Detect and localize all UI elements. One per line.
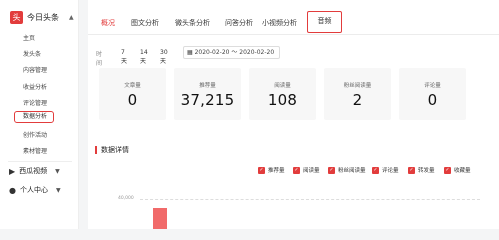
stat-value: 0: [427, 91, 438, 109]
checkbox-icon: ✓: [328, 166, 335, 174]
legend-fan-reads[interactable]: ✓ 粉丝阅读量: [328, 166, 366, 174]
tab-weitoutiao-analysis[interactable]: 微头条分析: [175, 18, 210, 28]
checkbox-icon: ✓: [258, 166, 265, 174]
stat-card-recommendations: 推荐量 37,215: [174, 68, 241, 120]
video-icon: ▶: [9, 166, 16, 176]
date-range-picker[interactable]: ▦ 2020-02-20 ～ 2020-02-20: [183, 46, 280, 59]
legend-favorites[interactable]: ✓ 收藏量: [444, 166, 471, 174]
stat-value: 108: [267, 91, 298, 109]
stat-value: 37,215: [180, 91, 235, 109]
divider: [8, 161, 72, 162]
main-panel: 概况 图文分析 微头条分析 问答分析 小视频分析 音频 时间 7天 14天 30…: [88, 0, 499, 229]
chevron-down-icon: ▼: [55, 167, 60, 175]
chart-bar: [153, 208, 167, 229]
stat-value: 2: [352, 91, 363, 109]
chevron-down-icon: ▼: [55, 186, 61, 194]
checkbox-icon: ✓: [444, 166, 451, 174]
stat-label: 推荐量: [199, 83, 216, 89]
stat-label: 粉丝阅读量: [343, 83, 372, 89]
tab-audio[interactable]: 音频: [307, 11, 342, 33]
sidebar-group-personal[interactable]: ● 个人中心 ▼: [9, 185, 61, 195]
chevron-up-icon[interactable]: ▲: [69, 14, 74, 21]
stat-card-fan-reads: 粉丝阅读量 2: [324, 68, 391, 120]
brand-name: 今日头条: [27, 13, 59, 22]
gridline: [140, 199, 480, 200]
legend-label: 收藏量: [454, 168, 471, 174]
checkbox-icon: ✓: [408, 166, 415, 174]
sidebar-group-xigua[interactable]: ▶ 西瓜视频 ▼: [9, 166, 60, 176]
time-label: 时间: [96, 51, 103, 67]
section-title-text: 数据详情: [101, 146, 129, 154]
sidebar-item-materials[interactable]: 素材管理: [23, 146, 47, 155]
tab-short-video-analysis[interactable]: 小视频分析: [262, 18, 297, 28]
stat-label: 阅读量: [274, 83, 291, 89]
sidebar-item-content[interactable]: 内容管理: [23, 65, 47, 74]
sidebar-item-revenue[interactable]: 收益分析: [23, 82, 47, 91]
stat-card-comments: 评论量 0: [399, 68, 466, 120]
brand[interactable]: 头 今日头条 ▲: [10, 11, 74, 24]
checkbox-icon: ✓: [372, 166, 379, 174]
tab-bar: 概况 图文分析 微头条分析 问答分析 小视频分析 音频: [88, 0, 499, 35]
stat-value: 0: [127, 91, 138, 109]
legend-reads[interactable]: ✓ 阅读量: [293, 166, 320, 174]
tab-qa-analysis[interactable]: 问答分析: [225, 18, 253, 28]
legend-recommendations[interactable]: ✓ 推荐量: [258, 166, 285, 174]
stat-card-articles: 文章量 0: [99, 68, 166, 120]
checkbox-icon: ✓: [293, 166, 300, 174]
date-range-value: 2020-02-20 ～ 2020-02-20: [194, 49, 275, 56]
legend-label: 推荐量: [268, 168, 285, 174]
stat-label: 文章量: [124, 83, 141, 89]
section-marker: [95, 146, 97, 154]
user-icon: ●: [9, 185, 16, 195]
legend-label: 评论量: [382, 168, 399, 174]
sidebar-group-label: 个人中心: [19, 186, 48, 194]
tab-overview[interactable]: 概况: [101, 18, 115, 28]
legend-label: 转发量: [418, 168, 435, 174]
y-axis-tick: 40,000: [118, 196, 134, 201]
sidebar-item-home[interactable]: 主页: [23, 33, 35, 42]
sidebar-item-comments[interactable]: 评论管理: [23, 98, 47, 107]
time-option-7d[interactable]: 7天: [121, 49, 127, 65]
legend-shares[interactable]: ✓ 转发量: [408, 166, 435, 174]
legend-label: 粉丝阅读量: [338, 168, 366, 174]
stat-label: 评论量: [424, 83, 441, 89]
sidebar-item-data-analysis[interactable]: 数据分析: [14, 111, 54, 123]
sidebar-item-activities[interactable]: 创作活动: [23, 130, 47, 139]
calendar-icon: ▦: [187, 49, 193, 56]
tab-article-analysis[interactable]: 图文分析: [131, 18, 159, 28]
legend-comments[interactable]: ✓ 评论量: [372, 166, 399, 174]
section-title: 数据详情: [95, 145, 129, 155]
time-option-30d[interactable]: 30天: [160, 49, 168, 65]
legend-label: 阅读量: [303, 168, 320, 174]
toutiao-logo-icon: 头: [10, 11, 23, 24]
time-option-14d[interactable]: 14天: [140, 49, 148, 65]
stat-card-reads: 阅读量 108: [249, 68, 316, 120]
sidebar: 头 今日头条 ▲ 主页 发头条 内容管理 收益分析 评论管理 数据分析 创作活动…: [0, 0, 79, 229]
sidebar-item-publish[interactable]: 发头条: [23, 49, 41, 58]
sidebar-group-label: 西瓜视频: [19, 167, 48, 175]
